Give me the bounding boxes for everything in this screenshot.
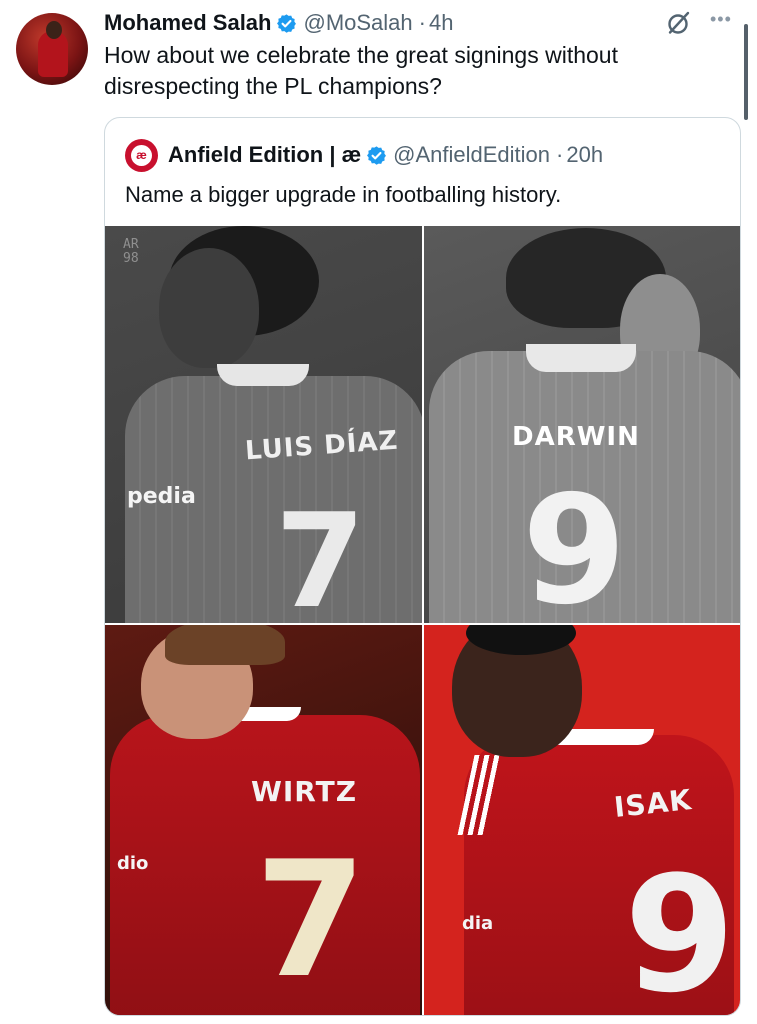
shirt-sponsor: dio (117, 853, 149, 874)
avatar-head (46, 21, 62, 39)
shirt-collar (526, 344, 636, 372)
verified-badge-icon (367, 145, 387, 165)
tweet-time[interactable]: 4h (429, 10, 453, 36)
author-avatar[interactable] (16, 13, 88, 85)
shirt-collar (217, 364, 309, 386)
time-separator: · (556, 142, 564, 167)
quoted-author-display-name[interactable]: Anfield Edition | æ (168, 142, 361, 168)
tweet-header: Mohamed Salah @MoSalah · 4h (104, 8, 453, 38)
quoted-author-handle[interactable]: @AnfieldEdition (393, 142, 550, 168)
scrollbar[interactable] (744, 24, 748, 120)
time-separator: · (418, 10, 426, 35)
verified-badge-icon (277, 13, 297, 33)
author-handle[interactable]: @MoSalah (303, 10, 412, 36)
media-panel-luis-diaz[interactable]: AR 98 LUIS DÍAZ 7 pedia (105, 226, 422, 623)
media-panel-darwin[interactable]: DARWIN 9 (424, 226, 740, 623)
shirt-sponsor: pedia (127, 484, 196, 509)
shirt-name: DARWIN (512, 422, 640, 452)
quoted-tweet-card[interactable]: æ Anfield Edition | æ @AnfieldEdition · … (104, 117, 741, 1016)
shirt-sponsor: dia (462, 913, 494, 934)
author-display-name[interactable]: Mohamed Salah (104, 10, 271, 36)
media-panel-wirtz[interactable]: WIRTZ 7 dio (105, 625, 422, 1015)
player-hair (165, 625, 285, 665)
shirt-name: WIRTZ (251, 775, 358, 808)
more-options-icon[interactable]: ••• (710, 10, 732, 28)
grok-icon[interactable] (666, 10, 692, 36)
quoted-tweet-text: Name a bigger upgrade in footballing his… (125, 182, 562, 207)
shirt-number: 9 (624, 841, 736, 1016)
shirt-number: 7 (255, 826, 367, 1013)
quoted-tweet-time[interactable]: 20h (566, 142, 603, 168)
player-head (159, 248, 259, 368)
watermark: AR 98 (123, 237, 139, 266)
shirt-number: 7 (275, 485, 366, 623)
media-panel-isak[interactable]: ISAK 9 dia (424, 625, 740, 1016)
quoted-author-avatar[interactable]: æ (125, 138, 158, 172)
quoted-avatar-logo: æ (131, 144, 152, 166)
quoted-tweet-header: æ Anfield Edition | æ @AnfieldEdition · … (125, 138, 603, 172)
shirt-number: 9 (522, 464, 627, 623)
media-grid[interactable]: AR 98 LUIS DÍAZ 7 pedia DARWIN 9 WIRTZ 7… (105, 226, 740, 1016)
tweet-text: How about we celebrate the great signing… (104, 42, 618, 99)
